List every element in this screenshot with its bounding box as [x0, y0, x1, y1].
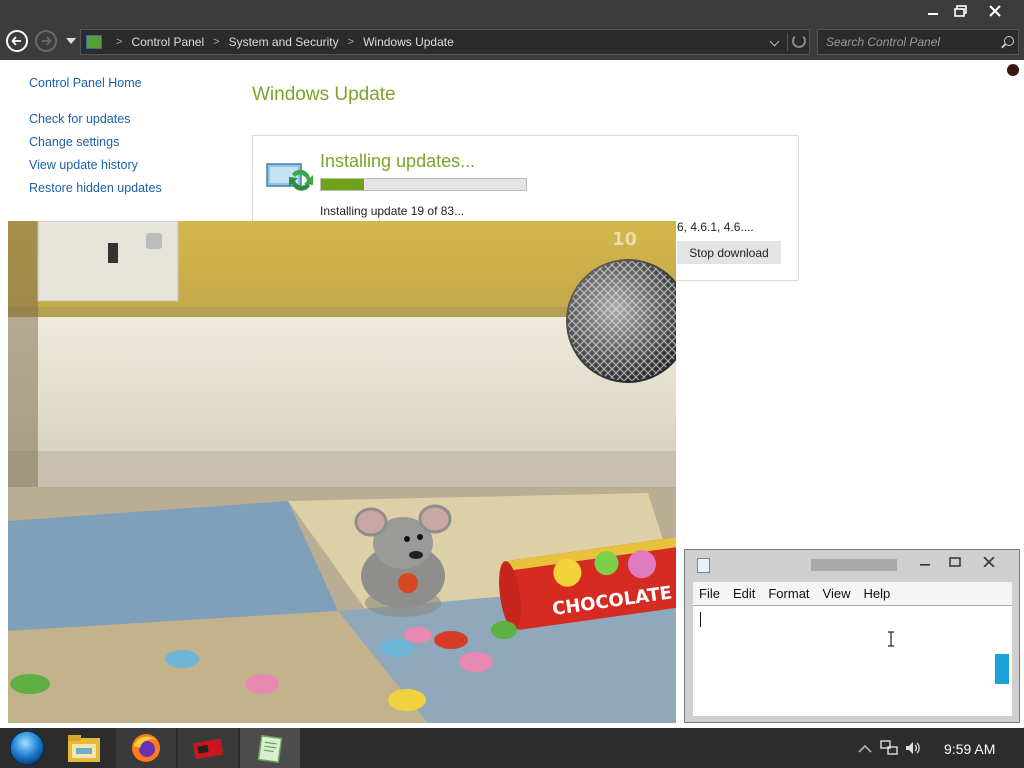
notepad-icon [697, 558, 710, 573]
notepad-minimize-icon[interactable] [915, 554, 935, 570]
minimize-icon[interactable] [918, 0, 948, 22]
refresh-icon[interactable] [792, 34, 806, 48]
notepad-window: File Edit Format View Help [684, 549, 1020, 723]
menu-view[interactable]: View [823, 586, 851, 601]
network-icon[interactable] [880, 740, 898, 756]
menu-file[interactable]: File [699, 586, 720, 601]
breadcrumb-windows-update[interactable]: Windows Update [363, 35, 454, 49]
breadcrumb-system-and-security[interactable]: System and Security [229, 35, 339, 49]
recent-pages-dropdown-icon[interactable] [66, 38, 76, 44]
menu-help[interactable]: Help [863, 586, 890, 601]
installing-heading: Installing updates... [320, 151, 476, 171]
notepad-title-redacted [811, 559, 897, 571]
page-title: Windows Update [252, 84, 396, 105]
taskbar-firefox[interactable] [116, 728, 176, 768]
sidebar-item-restore-hidden-updates[interactable]: Restore hidden updates [29, 181, 162, 195]
back-button[interactable] [6, 30, 28, 52]
volume-icon[interactable] [904, 740, 922, 756]
breadcrumb-control-panel[interactable]: Control Panel [131, 35, 204, 49]
restore-icon[interactable] [946, 0, 976, 22]
video-frame: CHOCOLATE 10 [8, 221, 676, 723]
text-caret [700, 612, 701, 627]
install-progress-bar [320, 178, 527, 191]
stop-download-button[interactable]: Stop download [677, 241, 781, 264]
install-progress-fill [321, 179, 365, 190]
firefox-icon [132, 734, 160, 762]
start-button[interactable] [0, 728, 54, 768]
address-bar[interactable]: > Control Panel > System and Security > … [80, 29, 810, 55]
breadcrumb: > Control Panel > System and Security > … [116, 35, 454, 49]
taskbar-file-explorer[interactable] [54, 728, 114, 768]
install-status-text: Installing update 19 of 83... [320, 204, 465, 218]
notepad-text-area[interactable] [693, 605, 1012, 716]
clock[interactable]: 9:59 AM [944, 741, 995, 757]
taskbar-media-player[interactable] [178, 728, 238, 768]
window-titlebar [0, 0, 1024, 24]
show-hidden-icons-icon[interactable] [857, 742, 873, 754]
arrow-right-icon [42, 36, 52, 46]
media-player-icon [193, 738, 223, 760]
notepad-menubar: File Edit Format View Help [693, 582, 1012, 605]
start-orb-icon [9, 730, 45, 766]
video-overlay[interactable]: CHOCOLATE 10 [8, 221, 676, 723]
sidebar-item-check-for-updates[interactable]: Check for updates [29, 112, 130, 126]
control-panel-icon [86, 35, 102, 49]
navigation-bar: > Control Panel > System and Security > … [0, 24, 1024, 60]
search-box[interactable]: Search Control Panel [817, 29, 1019, 55]
windows-update-icon [266, 163, 313, 191]
scrollbar-thumb[interactable] [995, 654, 1009, 684]
help-icon[interactable] [1007, 64, 1019, 76]
taskbar-notepad[interactable] [240, 728, 300, 768]
forward-button[interactable] [35, 30, 57, 52]
channel-logo: 10 [612, 229, 637, 250]
close-icon[interactable] [980, 0, 1010, 22]
file-explorer-icon [68, 735, 100, 762]
notepad-titlebar[interactable] [685, 550, 1019, 578]
sidebar-item-change-settings[interactable]: Change settings [29, 135, 119, 149]
sidebar-item-view-update-history[interactable]: View update history [29, 158, 138, 172]
menu-format[interactable]: Format [768, 586, 809, 601]
notepad-close-icon[interactable] [979, 554, 999, 570]
arrow-left-icon [11, 36, 21, 46]
address-dropdown-icon[interactable] [769, 36, 780, 47]
update-detail-text: 6, 4.6.1, 4.6.... [677, 220, 754, 234]
taskbar: 9:59 AM [0, 728, 1024, 768]
notepad-maximize-icon[interactable] [945, 554, 965, 570]
search-input[interactable]: Search Control Panel [826, 35, 940, 49]
search-icon[interactable] [1004, 36, 1014, 46]
notepad-icon [257, 734, 283, 763]
menu-edit[interactable]: Edit [733, 586, 755, 601]
sidebar-item-control-panel-home[interactable]: Control Panel Home [29, 76, 142, 90]
text-cursor-icon [888, 631, 894, 647]
